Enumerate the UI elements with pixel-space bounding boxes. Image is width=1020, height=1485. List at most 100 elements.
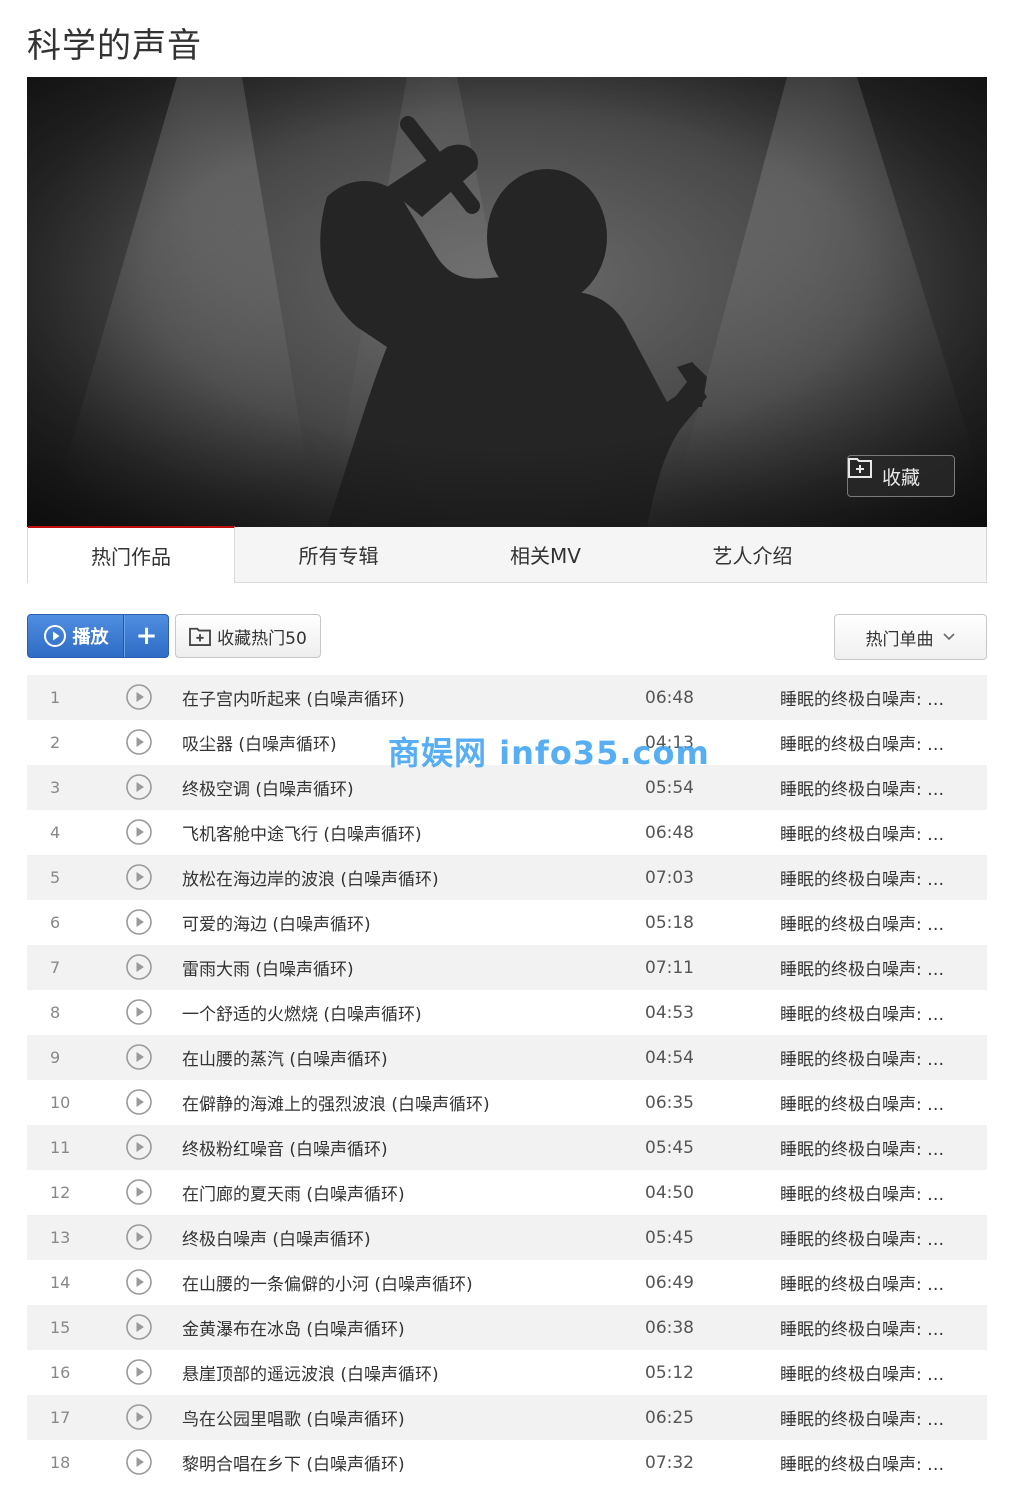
- song-row[interactable]: 17 鸟在公园里唱歌 (白噪声循环) 06:25 睡眠的终极白噪声: …: [27, 1395, 987, 1440]
- song-album[interactable]: 睡眠的终极白噪声: …: [780, 1135, 944, 1160]
- collect-top50-button[interactable]: 收藏热门50: [175, 614, 321, 658]
- song-list: 1 在子宫内听起来 (白噪声循环) 06:48 睡眠的终极白噪声: … 2 吸尘器 (白噪…: [27, 675, 987, 1485]
- song-title[interactable]: 放松在海边岸的波浪 (白噪声循环): [182, 865, 439, 890]
- song-row[interactable]: 12 在门廊的夏天雨 (白噪声循环) 04:50 睡眠的终极白噪声: …: [27, 1170, 987, 1215]
- song-title[interactable]: 终极粉红噪音 (白噪声循环): [182, 1135, 388, 1160]
- song-title[interactable]: 吸尘器 (白噪声循环): [182, 730, 337, 755]
- play-icon[interactable]: [125, 1088, 153, 1116]
- song-row[interactable]: 1 在子宫内听起来 (白噪声循环) 06:48 睡眠的终极白噪声: …: [27, 675, 987, 720]
- play-circle-icon: [43, 625, 66, 647]
- song-row[interactable]: 8 一个舒适的火燃烧 (白噪声循环) 04:53 睡眠的终极白噪声: …: [27, 990, 987, 1035]
- song-album[interactable]: 睡眠的终极白噪声: …: [780, 1405, 944, 1430]
- song-album[interactable]: 睡眠的终极白噪声: …: [780, 1045, 944, 1070]
- play-all-button[interactable]: 播放: [28, 615, 124, 657]
- song-title[interactable]: 一个舒适的火燃烧 (白噪声循环): [182, 1000, 422, 1025]
- song-duration: 05:18: [645, 912, 694, 933]
- play-icon[interactable]: [125, 1448, 153, 1476]
- play-icon[interactable]: [125, 818, 153, 846]
- song-title[interactable]: 在门廊的夏天雨 (白噪声循环): [182, 1180, 405, 1205]
- song-title[interactable]: 可爱的海边 (白噪声循环): [182, 910, 371, 935]
- watermark-text: 商娱网 info35.com: [388, 734, 710, 772]
- song-row[interactable]: 9 在山腰的蒸汽 (白噪声循环) 04:54 睡眠的终极白噪声: …: [27, 1035, 987, 1080]
- song-title[interactable]: 终极空调 (白噪声循环): [182, 775, 354, 800]
- song-album[interactable]: 睡眠的终极白噪声: …: [780, 865, 944, 890]
- song-album[interactable]: 睡眠的终极白噪声: …: [780, 1180, 944, 1205]
- song-duration: 04:54: [645, 1047, 694, 1068]
- song-row[interactable]: 4 飞机客舱中途飞行 (白噪声循环) 06:48 睡眠的终极白噪声: …: [27, 810, 987, 855]
- collect-top50-label: 收藏热门50: [217, 628, 307, 649]
- song-row[interactable]: 14 在山腰的一条偏僻的小河 (白噪声循环) 06:49 睡眠的终极白噪声: …: [27, 1260, 987, 1305]
- song-duration: 04:53: [645, 1002, 694, 1023]
- song-album[interactable]: 睡眠的终极白噪声: …: [780, 1450, 944, 1475]
- song-row[interactable]: 6 可爱的海边 (白噪声循环) 05:18 睡眠的终极白噪声: …: [27, 900, 987, 945]
- song-duration: 05:12: [645, 1362, 694, 1383]
- tab-all-albums[interactable]: 所有专辑: [235, 527, 442, 582]
- song-title[interactable]: 雷雨大雨 (白噪声循环): [182, 955, 354, 980]
- song-number: 13: [50, 1228, 71, 1247]
- song-title[interactable]: 在子宫内听起来 (白噪声循环): [182, 685, 405, 710]
- play-icon[interactable]: [125, 953, 153, 981]
- song-album[interactable]: 睡眠的终极白噪声: …: [780, 1090, 944, 1115]
- song-title[interactable]: 黎明合唱在乡下 (白噪声循环): [182, 1450, 405, 1475]
- song-row[interactable]: 10 在僻静的海滩上的强烈波浪 (白噪声循环) 06:35 睡眠的终极白噪声: …: [27, 1080, 987, 1125]
- song-album[interactable]: 睡眠的终极白噪声: …: [780, 1360, 944, 1385]
- song-album[interactable]: 睡眠的终极白噪声: …: [780, 775, 944, 800]
- song-album[interactable]: 睡眠的终极白噪声: …: [780, 1270, 944, 1295]
- song-album[interactable]: 睡眠的终极白噪声: …: [780, 910, 944, 935]
- artist-banner: 收藏: [27, 77, 987, 527]
- play-icon[interactable]: [125, 773, 153, 801]
- play-icon[interactable]: [125, 1403, 153, 1431]
- tab-hot-works[interactable]: 热门作品: [28, 526, 235, 583]
- song-album[interactable]: 睡眠的终极白噪声: …: [780, 1000, 944, 1025]
- song-duration: 07:03: [645, 867, 694, 888]
- song-title[interactable]: 终极白噪声 (白噪声循环): [182, 1225, 371, 1250]
- play-icon[interactable]: [125, 863, 153, 891]
- song-number: 10: [50, 1093, 71, 1112]
- song-album[interactable]: 睡眠的终极白噪声: …: [780, 955, 944, 980]
- song-duration: 05:45: [645, 1227, 694, 1248]
- song-duration: 06:35: [645, 1092, 694, 1113]
- play-icon[interactable]: [125, 728, 153, 756]
- song-title[interactable]: 悬崖顶部的遥远波浪 (白噪声循环): [182, 1360, 439, 1385]
- song-album[interactable]: 睡眠的终极白噪声: …: [780, 730, 944, 755]
- song-number: 2: [50, 733, 61, 752]
- play-icon[interactable]: [125, 1268, 153, 1296]
- song-row[interactable]: 11 终极粉红噪音 (白噪声循环) 05:45 睡眠的终极白噪声: …: [27, 1125, 987, 1170]
- play-icon[interactable]: [125, 998, 153, 1026]
- tab-artist-intro[interactable]: 艺人介绍: [649, 527, 856, 582]
- play-icon[interactable]: [125, 1223, 153, 1251]
- play-icon[interactable]: [125, 1178, 153, 1206]
- song-title[interactable]: 鸟在公园里唱歌 (白噪声循环): [182, 1405, 405, 1430]
- song-row[interactable]: 18 黎明合唱在乡下 (白噪声循环) 07:32 睡眠的终极白噪声: …: [27, 1440, 987, 1485]
- song-row[interactable]: 5 放松在海边岸的波浪 (白噪声循环) 07:03 睡眠的终极白噪声: …: [27, 855, 987, 900]
- song-title[interactable]: 在僻静的海滩上的强烈波浪 (白噪声循环): [182, 1090, 490, 1115]
- song-album[interactable]: 睡眠的终极白噪声: …: [780, 685, 944, 710]
- favorite-button[interactable]: 收藏: [847, 455, 955, 497]
- song-number: 9: [50, 1048, 61, 1067]
- song-row[interactable]: 15 金黄瀑布在冰岛 (白噪声循环) 06:38 睡眠的终极白噪声: …: [27, 1305, 987, 1350]
- play-icon[interactable]: [125, 1133, 153, 1161]
- song-title[interactable]: 在山腰的一条偏僻的小河 (白噪声循环): [182, 1270, 473, 1295]
- song-album[interactable]: 睡眠的终极白噪声: …: [780, 1225, 944, 1250]
- song-title[interactable]: 在山腰的蒸汽 (白噪声循环): [182, 1045, 388, 1070]
- add-to-playlist-button[interactable]: +: [124, 615, 168, 657]
- play-icon[interactable]: [125, 1043, 153, 1071]
- song-title[interactable]: 金黄瀑布在冰岛 (白噪声循环): [182, 1315, 405, 1340]
- song-album[interactable]: 睡眠的终极白噪声: …: [780, 1315, 944, 1340]
- song-title[interactable]: 飞机客舱中途飞行 (白噪声循环): [182, 820, 422, 845]
- sort-dropdown[interactable]: 热门单曲: [834, 614, 987, 660]
- play-icon[interactable]: [125, 1313, 153, 1341]
- song-row[interactable]: 16 悬崖顶部的遥远波浪 (白噪声循环) 05:12 睡眠的终极白噪声: …: [27, 1350, 987, 1395]
- song-number: 17: [50, 1408, 71, 1427]
- play-icon[interactable]: [125, 683, 153, 711]
- song-album[interactable]: 睡眠的终极白噪声: …: [780, 820, 944, 845]
- song-row[interactable]: 7 雷雨大雨 (白噪声循环) 07:11 睡眠的终极白噪声: …: [27, 945, 987, 990]
- song-duration: 06:48: [645, 822, 694, 843]
- singer-silhouette-image: [27, 77, 987, 527]
- tab-related-mv[interactable]: 相关MV: [442, 527, 649, 582]
- play-icon[interactable]: [125, 1358, 153, 1386]
- song-duration: 06:25: [645, 1407, 694, 1428]
- play-icon[interactable]: [125, 908, 153, 936]
- sort-dropdown-label: 热门单曲: [865, 629, 934, 650]
- song-row[interactable]: 13 终极白噪声 (白噪声循环) 05:45 睡眠的终极白噪声: …: [27, 1215, 987, 1260]
